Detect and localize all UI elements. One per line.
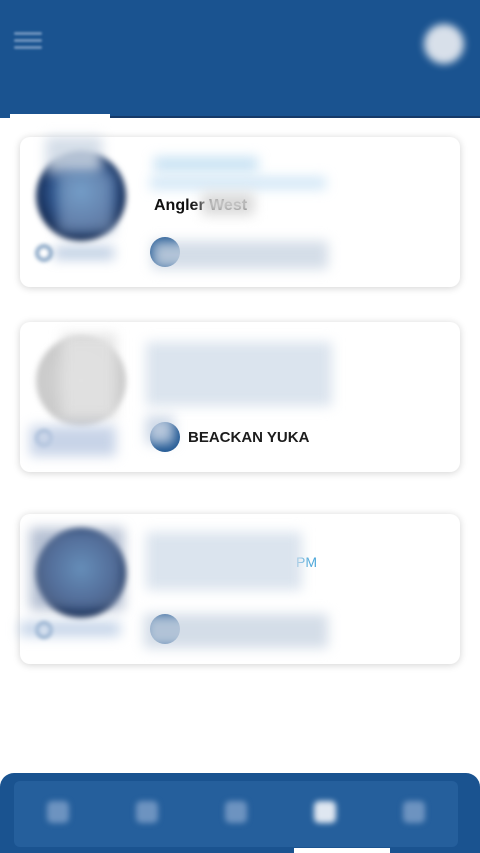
nav-item-2[interactable] — [103, 781, 192, 847]
action-label: BEACKAN YUKA — [188, 428, 310, 446]
redaction — [154, 157, 258, 171]
nav-item-4[interactable] — [280, 781, 369, 847]
redaction — [146, 532, 302, 590]
redaction — [202, 193, 254, 215]
redaction — [150, 177, 326, 189]
menu-icon[interactable] — [14, 28, 42, 54]
redaction — [20, 622, 120, 636]
list-item[interactable]: Angler West — [20, 137, 460, 287]
page-title — [178, 30, 304, 56]
tab-4[interactable] — [363, 88, 480, 118]
profile-icon[interactable] — [424, 24, 464, 64]
nav-icon — [47, 801, 70, 823]
status-icon — [36, 245, 52, 261]
nav-icon — [136, 801, 159, 823]
active-nav-indicator — [294, 848, 390, 853]
tab-2[interactable] — [128, 88, 246, 118]
redaction — [30, 528, 124, 610]
bottom-nav — [0, 773, 480, 853]
redaction — [58, 173, 114, 233]
nav-icon — [313, 801, 336, 823]
nav-item-5[interactable] — [369, 781, 458, 847]
active-tab-indicator — [10, 114, 110, 118]
nav-icon — [224, 801, 247, 823]
redaction — [152, 241, 328, 269]
redaction — [146, 416, 174, 444]
app-bar — [0, 0, 480, 118]
tab-divider — [110, 116, 480, 118]
nav-item-1[interactable] — [14, 781, 103, 847]
redaction — [54, 247, 114, 259]
nav-icon — [402, 801, 425, 823]
tab-3[interactable] — [245, 88, 363, 118]
nav-item-3[interactable] — [192, 781, 281, 847]
redaction — [146, 342, 332, 406]
list-item[interactable]: BEACKAN YUKA — [20, 322, 460, 472]
redaction — [46, 137, 102, 173]
redaction — [30, 426, 116, 456]
list-item[interactable]: PM — [20, 514, 460, 664]
redaction — [144, 614, 328, 648]
redaction — [62, 334, 116, 418]
